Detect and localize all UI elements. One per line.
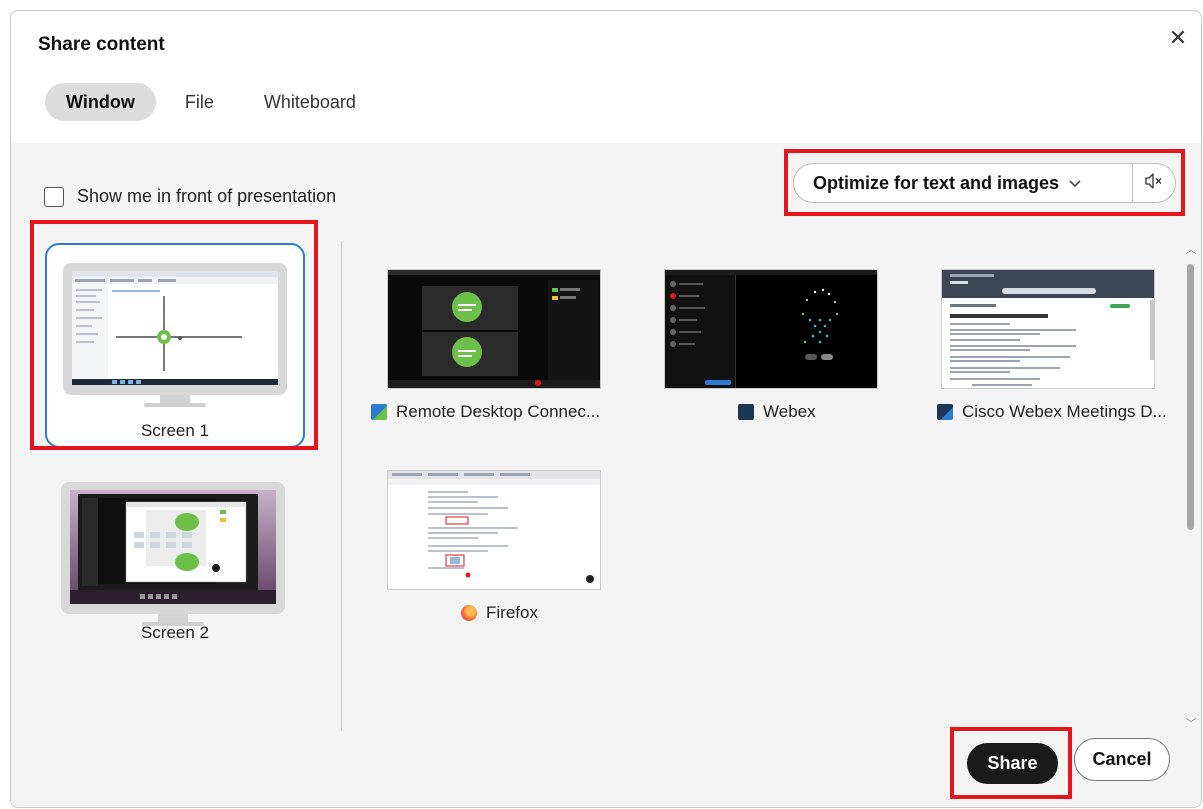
webex-icon: [738, 404, 754, 420]
column-divider: [341, 241, 342, 731]
share-highlight: Share: [950, 727, 1072, 799]
scroll-up-icon[interactable]: ︿: [1185, 244, 1197, 256]
monitor-icon: [61, 482, 285, 614]
window-label: Webex: [738, 402, 816, 422]
remote-desktop-thumbnail: [387, 269, 601, 389]
tab-whiteboard[interactable]: Whiteboard: [243, 83, 377, 121]
close-icon[interactable]: ✕: [1166, 26, 1190, 50]
chevron-down-icon: [1069, 176, 1081, 191]
window-label: Remote Desktop Connec...: [371, 402, 600, 422]
screen-1-thumbnail: [72, 271, 278, 385]
window-tile-firefox[interactable]: Firefox: [371, 470, 601, 630]
window-list-scrollbar[interactable]: ︿ ﹀: [1183, 244, 1199, 731]
show-me-checkbox[interactable]: [44, 186, 64, 207]
share-content-dialog: Share content ✕ Window File Whiteboard S…: [10, 10, 1202, 808]
screens-column: Screen 1 Screen 2: [11, 223, 341, 733]
dialog-title: Share content: [38, 34, 165, 55]
firefox-icon: [461, 605, 477, 621]
screen-2-label: Screen 2: [140, 623, 210, 642]
screen-1-label: Screen 1: [140, 421, 210, 440]
show-me-option[interactable]: Show me in front of presentation: [44, 186, 336, 207]
audio-toggle-button[interactable]: [1133, 164, 1175, 202]
screen-1-card[interactable]: Screen 1: [45, 243, 305, 448]
webex-meetings-icon: [937, 404, 953, 420]
window-tile-webex[interactable]: Webex: [648, 269, 878, 429]
share-picker-area: Show me in front of presentation Optimiz…: [11, 143, 1201, 807]
monitor-icon: [63, 263, 287, 395]
speaker-muted-icon: [1144, 172, 1164, 195]
share-button[interactable]: Share: [967, 743, 1058, 784]
remote-desktop-icon: [371, 404, 387, 420]
window-tile-webex-meetings[interactable]: Cisco Webex Meetings D...: [925, 269, 1167, 429]
optimize-highlight: Optimize for text and images: [784, 149, 1185, 216]
scroll-down-icon[interactable]: ﹀: [1185, 718, 1197, 730]
screen-2-card[interactable]: Screen 2: [45, 466, 305, 646]
webex-thumbnail: [664, 269, 878, 389]
optimize-control: Optimize for text and images: [793, 163, 1176, 203]
tab-bar: Window File Whiteboard: [45, 83, 377, 121]
webex-meetings-thumbnail: [941, 269, 1155, 389]
show-me-label: Show me in front of presentation: [77, 186, 337, 206]
window-label: Cisco Webex Meetings D...: [937, 402, 1167, 422]
cancel-button[interactable]: Cancel: [1074, 738, 1170, 781]
window-tile-remote-desktop[interactable]: Remote Desktop Connec...: [371, 269, 601, 429]
optimize-label: Optimize for text and images: [813, 172, 1060, 193]
window-label: Firefox: [461, 603, 538, 623]
tab-file[interactable]: File: [164, 83, 235, 121]
optimize-dropdown[interactable]: Optimize for text and images: [794, 164, 1132, 202]
scrollbar-thumb[interactable]: [1187, 264, 1194, 530]
firefox-thumbnail: [387, 470, 601, 590]
screen-2-thumbnail: [70, 490, 276, 604]
tab-window[interactable]: Window: [45, 83, 156, 121]
monitor-base: [144, 403, 206, 407]
